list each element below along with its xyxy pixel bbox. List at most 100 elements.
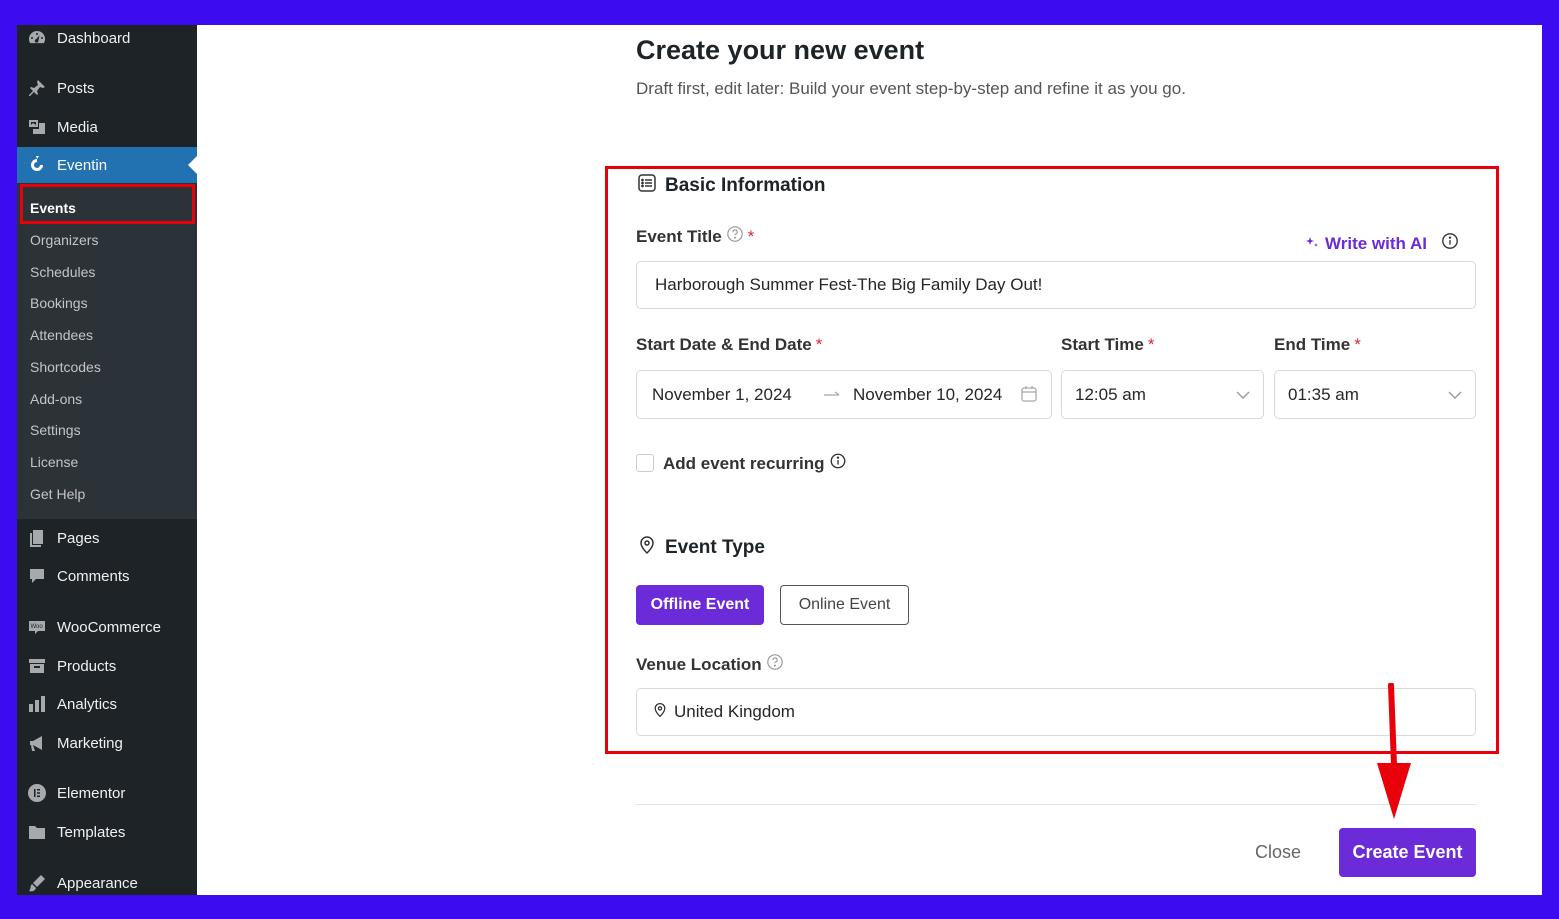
sidebar-item-templates[interactable]: Templates: [17, 814, 197, 850]
list-icon: [637, 173, 657, 199]
sidebar-item-label: Posts: [57, 79, 95, 97]
sidebar-item-label: Media: [57, 118, 98, 136]
start-time-select[interactable]: 12:05 am: [1061, 370, 1264, 419]
date-range-label: Start Date & End Date *: [636, 335, 822, 355]
offline-event-button[interactable]: Offline Event: [636, 585, 764, 625]
sidebar-item-comments[interactable]: Comments: [17, 558, 197, 594]
sidebar-item-label: Products: [57, 657, 117, 675]
info-icon[interactable]: [1441, 232, 1459, 255]
sidebar-item-label: Elementor: [57, 784, 126, 802]
sidebar-item-posts[interactable]: Posts: [17, 70, 197, 106]
info-icon[interactable]: [829, 452, 847, 475]
location-pin-icon: [652, 702, 668, 723]
sidebar-item-label: Comments: [57, 567, 130, 585]
end-time-value: 01:35 am: [1288, 384, 1359, 404]
svg-text:Woo: Woo: [31, 624, 44, 630]
date-range-picker[interactable]: November 1, 2024 November 10, 2024: [636, 370, 1052, 419]
sidebar-item-label: Analytics: [57, 695, 118, 713]
help-icon[interactable]: [766, 653, 784, 676]
sidebar-item-media[interactable]: Media: [17, 109, 197, 145]
close-button[interactable]: Close: [1255, 842, 1301, 863]
sparkle-icon: [1305, 234, 1319, 254]
submenu-item-schedules[interactable]: Schedules: [30, 262, 95, 282]
sidebar-item-label: Marketing: [57, 734, 123, 752]
sidebar-item-label: Dashboard: [57, 29, 131, 47]
event-title-label-text: Event Title: [636, 226, 722, 246]
pin-icon: [27, 78, 47, 98]
sidebar-item-marketing[interactable]: Marketing: [17, 725, 197, 761]
elementor-icon: [27, 783, 47, 803]
write-with-ai-label: Write with AI: [1325, 233, 1427, 253]
archive-icon: [27, 656, 47, 676]
eventin-submenu: Events Organizers Schedules Bookings Att…: [17, 183, 197, 519]
venue-location-label-text: Venue Location: [636, 654, 762, 674]
event-title-input[interactable]: Harborough Summer Fest-The Big Family Da…: [636, 261, 1476, 309]
submenu-item-shortcodes[interactable]: Shortcodes: [30, 357, 101, 377]
folder-icon: [27, 822, 47, 842]
dashboard-icon: [27, 28, 47, 48]
end-time-label-text: End Time: [1274, 335, 1351, 354]
sidebar-item-pages[interactable]: Pages: [17, 520, 197, 556]
brush-icon: [27, 873, 47, 893]
start-time-label: Start Time *: [1061, 335, 1154, 355]
sidebar-item-appearance[interactable]: Appearance: [17, 865, 197, 895]
calendar-icon: [1020, 385, 1038, 408]
end-date-value[interactable]: November 10, 2024: [853, 385, 1002, 405]
woocommerce-icon: Woo: [27, 617, 47, 637]
create-event-button[interactable]: Create Event: [1339, 828, 1476, 877]
write-with-ai-button[interactable]: Write with AI: [1305, 232, 1459, 255]
submenu-item-settings[interactable]: Settings: [30, 420, 81, 440]
event-title-label: Event Title *: [636, 225, 754, 248]
sidebar-item-elementor[interactable]: Elementor: [17, 775, 197, 811]
required-mark: *: [747, 226, 755, 246]
required-mark: *: [1147, 335, 1155, 354]
recurring-checkbox[interactable]: [636, 454, 654, 472]
sidebar-item-eventin[interactable]: Eventin: [17, 147, 197, 183]
submenu-item-license[interactable]: License: [30, 452, 78, 472]
submenu-item-organizers[interactable]: Organizers: [30, 230, 98, 250]
screenshot-frame: Dashboard Posts Media Eventin Events Org…: [17, 25, 1542, 895]
basic-info-title: Basic Information: [665, 175, 826, 196]
sidebar-item-products[interactable]: Products: [17, 648, 197, 684]
annotation-arrow-icon: [1377, 683, 1411, 819]
chevron-down-icon: [1235, 387, 1251, 408]
required-mark: *: [815, 335, 823, 354]
arrow-right-icon: [823, 385, 841, 405]
sidebar-item-woocommerce[interactable]: Woo WooCommerce: [17, 609, 197, 645]
end-time-label: End Time *: [1274, 335, 1361, 355]
megaphone-icon: [27, 733, 47, 753]
sidebar-item-dashboard[interactable]: Dashboard: [17, 25, 197, 56]
submenu-item-get-help[interactable]: Get Help: [30, 484, 85, 504]
venue-location-input[interactable]: United Kingdom: [636, 688, 1476, 736]
footer-divider: [636, 804, 1476, 805]
sidebar-item-label: Pages: [57, 529, 100, 547]
date-range-label-text: Start Date & End Date: [636, 335, 812, 354]
admin-sidebar: Dashboard Posts Media Eventin Events Org…: [17, 25, 197, 895]
sidebar-item-label: Templates: [57, 823, 126, 841]
event-type-title: Event Type: [665, 537, 765, 558]
bar-chart-icon: [27, 694, 47, 714]
help-icon[interactable]: [726, 225, 744, 248]
location-pin-icon: [637, 535, 657, 561]
submenu-item-attendees[interactable]: Attendees: [30, 325, 93, 345]
sidebar-item-label: Eventin: [57, 156, 108, 174]
page-subtitle: Draft first, edit later: Build your even…: [636, 79, 1186, 98]
event-title-value: Harborough Summer Fest-The Big Family Da…: [655, 275, 1043, 294]
submenu-item-events[interactable]: Events: [30, 198, 76, 218]
sidebar-item-label: Appearance: [57, 874, 138, 892]
sidebar-item-analytics[interactable]: Analytics: [17, 686, 197, 722]
page-title: Create your new event: [636, 35, 925, 65]
end-time-select[interactable]: 01:35 am: [1274, 370, 1476, 419]
online-event-button[interactable]: Online Event: [780, 585, 909, 625]
submenu-item-bookings[interactable]: Bookings: [30, 293, 88, 313]
eventin-icon: [27, 155, 47, 175]
chevron-down-icon: [1447, 387, 1463, 408]
venue-location-label: Venue Location: [636, 653, 784, 676]
recurring-label: Add event recurring: [663, 452, 847, 475]
start-date-value[interactable]: November 1, 2024: [652, 385, 792, 405]
comment-icon: [27, 566, 47, 586]
basic-info-heading: Basic Information: [637, 173, 825, 199]
pages-icon: [27, 528, 47, 548]
submenu-item-add-ons[interactable]: Add-ons: [30, 389, 82, 409]
venue-location-value: United Kingdom: [674, 702, 795, 721]
